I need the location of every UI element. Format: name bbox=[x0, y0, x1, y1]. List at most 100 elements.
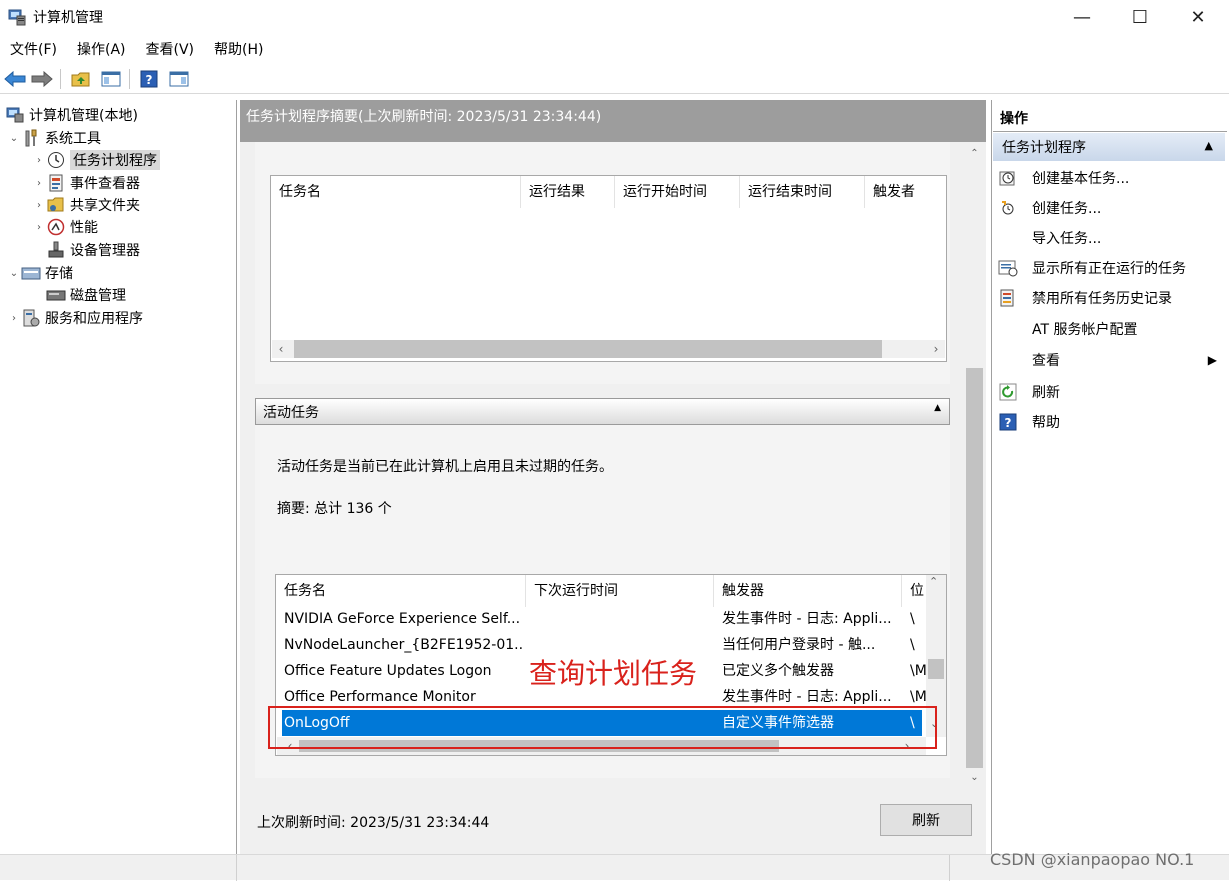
column-header-run-start[interactable]: 运行开始时间 bbox=[615, 176, 740, 208]
menu-help[interactable]: 帮助(H) bbox=[204, 38, 273, 62]
chevron-right-icon[interactable]: › bbox=[32, 155, 46, 166]
action-show-running-tasks[interactable]: 显示所有正在运行的任务 bbox=[997, 254, 1221, 282]
scrollbar-thumb[interactable] bbox=[966, 368, 983, 768]
chevron-right-icon[interactable]: › bbox=[32, 178, 46, 189]
annotation-highlight-box bbox=[268, 706, 937, 749]
actions-title: 操作 bbox=[993, 104, 1227, 132]
performance-icon bbox=[46, 218, 66, 236]
chevron-right-icon[interactable]: › bbox=[32, 200, 46, 211]
tree-item-computer-management[interactable]: 计算机管理(本地) bbox=[5, 104, 138, 126]
collapse-icon[interactable]: ▲ bbox=[1205, 139, 1213, 152]
event-viewer-icon bbox=[46, 174, 66, 192]
title-bar bbox=[0, 0, 1229, 34]
column-header-run-end[interactable]: 运行结束时间 bbox=[740, 176, 865, 208]
scrollbar-thumb[interactable] bbox=[928, 659, 944, 679]
action-create-task[interactable]: 创建任务... bbox=[997, 194, 1221, 222]
chevron-down-icon[interactable]: ⌄ bbox=[7, 133, 21, 144]
scroll-up-icon[interactable]: ⌃ bbox=[929, 575, 938, 588]
tree-item-event-viewer[interactable]: › 事件查看器 bbox=[32, 172, 140, 194]
computer-management-icon bbox=[8, 8, 26, 26]
action-help[interactable]: ? 帮助 bbox=[997, 408, 1221, 436]
collapse-icon[interactable]: ▲ bbox=[934, 403, 941, 413]
watermark: CSDN @xianpaopao NO.1 bbox=[990, 850, 1195, 869]
svg-text:?: ? bbox=[146, 73, 153, 87]
window-title: 计算机管理 bbox=[33, 10, 103, 26]
task-name: NvNodeLauncher_{B2FE1952-01... bbox=[284, 637, 524, 653]
tree-item-system-tools[interactable]: ⌄ 系统工具 bbox=[7, 127, 101, 149]
horizontal-scrollbar[interactable]: ‹ › bbox=[272, 340, 945, 358]
action-at-service-account[interactable]: AT 服务帐户配置 bbox=[997, 315, 1221, 343]
up-folder-icon[interactable] bbox=[69, 68, 93, 90]
menu-action[interactable]: 操作(A) bbox=[67, 38, 136, 62]
column-header-trigger[interactable]: 触发器 bbox=[714, 575, 902, 607]
table-row[interactable]: NVIDIA GeForce Experience Self... 发生事件时 … bbox=[276, 606, 936, 632]
tree-item-task-scheduler[interactable]: › 任务计划程序 bbox=[32, 149, 160, 171]
column-header-location[interactable]: 位 bbox=[902, 575, 926, 607]
action-refresh[interactable]: 刷新 bbox=[997, 378, 1221, 406]
chevron-right-icon[interactable]: › bbox=[32, 222, 46, 233]
menu-bar: 文件(F) 操作(A) 查看(V) 帮助(H) bbox=[0, 38, 1229, 62]
task-trigger: 当任何用户登录时 - 触... bbox=[722, 637, 876, 653]
create-basic-task-icon bbox=[997, 168, 1019, 188]
chevron-right-icon[interactable]: › bbox=[7, 313, 21, 324]
action-create-basic-task[interactable]: 创建基本任务... bbox=[997, 164, 1221, 192]
tree-label: 性能 bbox=[70, 220, 98, 236]
tree-label: 计算机管理(本地) bbox=[29, 108, 138, 124]
status-segment bbox=[0, 855, 237, 881]
scroll-down-icon[interactable]: ⌄ bbox=[963, 772, 986, 783]
forward-arrow-icon[interactable] bbox=[30, 68, 54, 90]
action-label: 创建任务... bbox=[1032, 201, 1102, 217]
action-label: 禁用所有任务历史记录 bbox=[1032, 291, 1172, 307]
tree-item-storage[interactable]: ⌄ 存储 bbox=[7, 262, 73, 284]
scroll-left-icon[interactable]: ‹ bbox=[274, 340, 288, 358]
shared-folder-icon bbox=[46, 196, 66, 214]
tree-item-services-applications[interactable]: › 服务和应用程序 bbox=[7, 307, 143, 329]
column-header-next-run[interactable]: 下次运行时间 bbox=[526, 575, 714, 607]
menu-view[interactable]: 查看(V) bbox=[136, 38, 205, 62]
toolbar-separator bbox=[129, 69, 130, 89]
storage-icon bbox=[21, 264, 41, 282]
scrollbar-thumb[interactable] bbox=[294, 340, 882, 358]
tree-item-shared-folders[interactable]: › 共享文件夹 bbox=[32, 194, 140, 216]
task-trigger: 发生事件时 - 日志: Appli... bbox=[722, 611, 892, 627]
tree-item-performance[interactable]: › 性能 bbox=[32, 216, 98, 238]
toolbar-separator bbox=[60, 69, 61, 89]
show-hide-action-pane-icon[interactable] bbox=[167, 68, 191, 90]
tree-item-disk-management[interactable]: 磁盘管理 bbox=[46, 284, 126, 306]
close-button[interactable]: ✕ bbox=[1169, 0, 1227, 34]
summary-header: 任务计划程序摘要(上次刷新时间: 2023/5/31 23:34:44) bbox=[240, 100, 986, 142]
column-header-task-name[interactable]: 任务名 bbox=[276, 575, 526, 607]
menu-file[interactable]: 文件(F) bbox=[0, 38, 67, 62]
scroll-right-icon[interactable]: › bbox=[929, 340, 943, 358]
submenu-arrow-icon: ▶ bbox=[1207, 353, 1217, 367]
task-status-table: 任务名 运行结果 运行开始时间 运行结束时间 触发者 ‹ › bbox=[270, 175, 947, 362]
column-header-task-name[interactable]: 任务名 bbox=[271, 176, 521, 208]
action-view[interactable]: 查看 ▶ bbox=[997, 346, 1221, 374]
tree-item-device-manager[interactable]: 设备管理器 bbox=[46, 239, 140, 261]
vertical-scrollbar[interactable]: ⌃ ⌄ bbox=[963, 142, 986, 792]
minimize-button[interactable]: — bbox=[1053, 0, 1111, 34]
action-disable-history[interactable]: 禁用所有任务历史记录 bbox=[997, 284, 1221, 312]
scroll-up-icon[interactable]: ⌃ bbox=[963, 148, 986, 159]
refresh-button[interactable]: 刷新 bbox=[880, 804, 972, 836]
action-import-task[interactable]: 导入任务... bbox=[997, 224, 1221, 252]
task-location: \M bbox=[910, 663, 926, 679]
action-label: AT 服务帐户配置 bbox=[1032, 322, 1138, 338]
actions-section-header[interactable]: 任务计划程序 ▲ bbox=[993, 133, 1225, 161]
task-name: Office Feature Updates Logon bbox=[284, 663, 492, 679]
task-location: \ bbox=[910, 637, 915, 653]
help-icon[interactable]: ? bbox=[137, 68, 161, 90]
back-arrow-icon[interactable] bbox=[3, 68, 27, 90]
chevron-down-icon[interactable]: ⌄ bbox=[7, 268, 21, 279]
section-title: 任务计划程序 bbox=[1002, 140, 1086, 156]
tree-label: 设备管理器 bbox=[70, 243, 140, 259]
active-tasks-summary: 摘要: 总计 136 个 bbox=[277, 501, 392, 517]
show-hide-tree-icon[interactable] bbox=[99, 68, 123, 90]
action-label: 创建基本任务... bbox=[1032, 171, 1130, 187]
column-header-run-result[interactable]: 运行结果 bbox=[521, 176, 615, 208]
tree-label: 系统工具 bbox=[45, 131, 101, 147]
active-tasks-header[interactable]: 活动任务 ▲ bbox=[255, 398, 950, 425]
maximize-button[interactable]: ☐ bbox=[1111, 0, 1169, 34]
column-header-triggered-by[interactable]: 触发者 bbox=[865, 176, 945, 208]
tree-label: 共享文件夹 bbox=[70, 198, 140, 214]
